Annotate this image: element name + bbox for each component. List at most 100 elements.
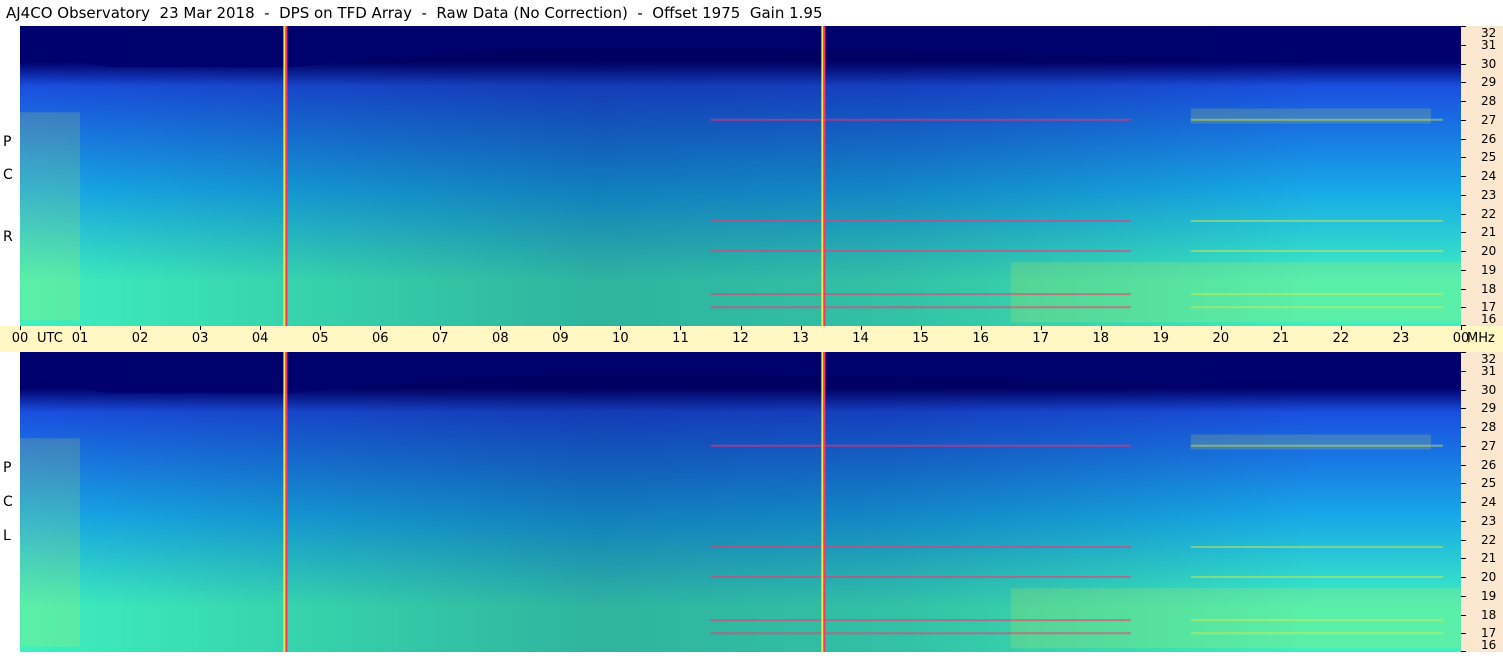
lcp-freq-label: 28: [1481, 420, 1497, 434]
rcp-freq-label: 18: [1481, 281, 1497, 296]
lcp-freq-tick: [1461, 445, 1466, 447]
interference-line-2: [710, 250, 1131, 252]
time-label: 01: [71, 331, 89, 346]
rcp-freq-label: 24: [1481, 169, 1497, 183]
rcp-freq-tick: [1461, 119, 1466, 121]
interference-line-right-1: [1190, 293, 1443, 296]
lcp-letter-l: L: [3, 528, 11, 544]
rcp-freq-tick: [1461, 101, 1466, 102]
time-label: 23: [1392, 331, 1410, 346]
lcp-freq-label: 23: [1481, 513, 1497, 528]
rcp-freq-label: 21: [1481, 225, 1497, 240]
time-label: 15: [912, 331, 929, 346]
interference-line-4: [710, 118, 1131, 121]
time-tick: [380, 326, 382, 330]
time-label: 22: [1332, 331, 1350, 346]
interference-line-3: [710, 546, 1131, 548]
time-tick: [1040, 326, 1042, 330]
lcp-freq-label: 20: [1481, 570, 1497, 584]
lcp-freq-tick: [1461, 539, 1466, 541]
lcp-freq-tick: [1461, 633, 1466, 635]
time-tick: [1220, 326, 1222, 330]
time-tick: [440, 326, 442, 330]
rcp-freq-label: 29: [1481, 75, 1497, 90]
time-label: 19: [1152, 331, 1170, 346]
rcp-frequency-axis: 16 17 18 19 20 21 22 23 24 25 26 27 28 29 30 31 32: [1461, 26, 1503, 326]
time-tick: [1461, 326, 1462, 330]
lcp-freq-tick: [1461, 352, 1466, 353]
lcp-freq-label: 29: [1481, 401, 1497, 416]
spectrogram-svg: [20, 352, 1461, 652]
lcp-letter-p: P: [3, 460, 12, 476]
time-label: 20: [1212, 331, 1230, 346]
time-tick: [740, 326, 742, 330]
interference-line-3: [710, 220, 1131, 222]
rcp-freq-tick: [1461, 26, 1466, 27]
time-label: 16: [972, 331, 989, 346]
time-label: 06: [371, 331, 389, 346]
interference-line-right-3: [1190, 546, 1443, 548]
time-tick: [1160, 326, 1162, 330]
lcp-letter-c: C: [3, 494, 13, 510]
rcp-freq-label: 26: [1481, 131, 1497, 146]
lcp-freq-tick: [1461, 370, 1466, 372]
lcp-freq-label: 24: [1481, 495, 1497, 509]
lcp-freq-label: 27: [1481, 438, 1497, 453]
rcp-freq-tick: [1461, 44, 1466, 46]
rcp-freq-label: 32: [1481, 26, 1497, 40]
rcp-freq-label: 25: [1481, 150, 1497, 165]
time-tick: [500, 326, 502, 330]
time-label: 00: [11, 331, 29, 346]
lcp-freq-label: 22: [1481, 532, 1497, 547]
interference-line-2: [710, 576, 1131, 578]
rcp-freq-label: 27: [1481, 112, 1497, 127]
time-tick: [260, 326, 262, 330]
time-tick: [140, 326, 142, 330]
interference-line-right-0: [1190, 632, 1443, 635]
lcp-freq-label: 25: [1481, 476, 1497, 491]
interference-line-right-2: [1190, 576, 1443, 578]
lcp-freq-label: 30: [1481, 382, 1497, 397]
rcp-spectrogram: [20, 26, 1461, 326]
lcp-frequency-axis: 16 17 18 19 20 21 22 23 24 25 26 27 28 29 30 31 32: [1461, 352, 1503, 652]
time-label: 00: [1452, 331, 1470, 346]
time-tick: [620, 326, 622, 330]
marker-line-a-1: [821, 352, 824, 652]
time-tick: [1400, 326, 1402, 330]
rcp-freq-label: 17: [1481, 300, 1497, 315]
mhz-unit-label: MHz: [1467, 331, 1495, 346]
time-tick: [320, 326, 322, 330]
time-label: 11: [672, 331, 689, 346]
bright-zone-0: [20, 438, 81, 647]
time-label: 03: [191, 331, 209, 346]
lcp-spectrogram: [20, 352, 1461, 652]
rcp-freq-label: 20: [1481, 244, 1497, 258]
lcp-freq-label: 32: [1481, 352, 1497, 366]
lcp-freq-tick: [1461, 464, 1466, 466]
lcp-label-strip: L C P: [0, 352, 20, 652]
time-tick: [680, 326, 682, 330]
interference-line-right-1: [1190, 619, 1443, 622]
marker-line-a-1: [821, 26, 824, 326]
lcp-freq-label: 18: [1481, 607, 1497, 622]
bright-zone-2: [1190, 434, 1431, 450]
lcp-freq-tick: [1461, 595, 1466, 597]
time-tick: [860, 326, 862, 330]
lcp-freq-tick: [1461, 614, 1466, 616]
rcp-freq-tick: [1461, 232, 1466, 234]
interference-line-4: [710, 444, 1131, 447]
lcp-freq-label: 21: [1481, 551, 1497, 566]
lcp-freq-label: 26: [1481, 457, 1497, 472]
chart-title: AJ4CO Observatory 23 Mar 2018 - DPS on T…: [6, 4, 823, 22]
rcp-freq-label: 23: [1481, 187, 1497, 202]
time-tick: [1100, 326, 1102, 330]
interference-line-right-3: [1190, 220, 1443, 222]
lcp-freq-label: 19: [1481, 588, 1497, 603]
interference-line-1: [710, 619, 1131, 622]
time-tick: [80, 326, 82, 330]
time-label: 17: [1032, 331, 1049, 346]
lcp-freq-tick: [1461, 427, 1466, 428]
interference-line-right-0: [1190, 306, 1443, 309]
lcp-freq-tick: [1461, 389, 1466, 391]
rcp-freq-tick: [1461, 251, 1466, 252]
